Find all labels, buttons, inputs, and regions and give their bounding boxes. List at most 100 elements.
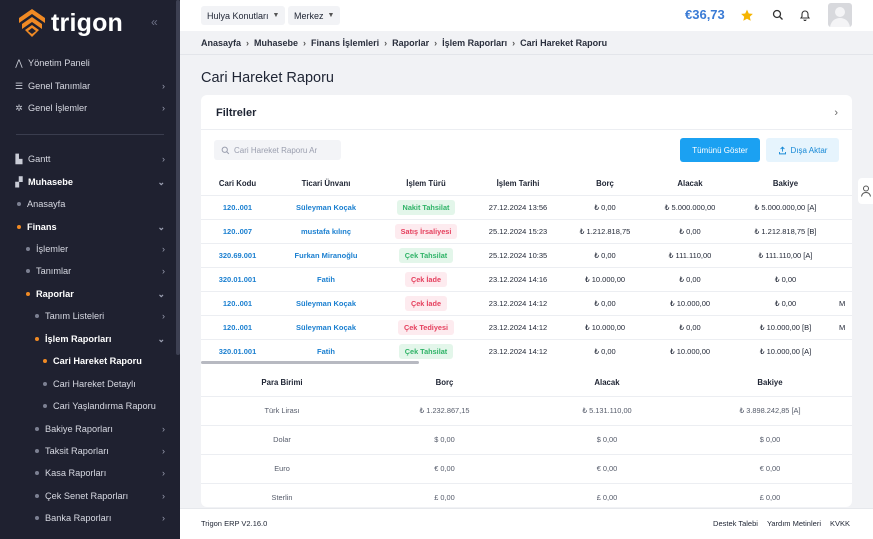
cari-code-link[interactable]: 320.69.001: [201, 242, 274, 267]
credit-cell: ₺ 5.000.000,00: [648, 194, 732, 219]
breadcrumb-item[interactable]: İşlem Raporları: [442, 38, 507, 48]
company-name-link[interactable]: Süleyman Koçak: [274, 314, 378, 339]
sidebar-item-genel-tanimlar[interactable]: ☰ Genel Tanımlar ›: [0, 76, 180, 96]
chevron-right-icon: ›: [162, 244, 165, 254]
caret-down-icon: ▼: [272, 12, 280, 19]
bullet-icon: [35, 516, 39, 520]
sidebar-item-tanimlar[interactable]: Tanımlar ›: [0, 261, 180, 281]
company-name-link[interactable]: Süleyman Koçak: [274, 290, 378, 315]
chevron-right-icon: ›: [162, 468, 165, 478]
breadcrumb-item[interactable]: Raporlar: [392, 38, 429, 48]
transaction-type-badge: Çek İade: [404, 295, 447, 311]
breadcrumb-item-current: Cari Hareket Raporu: [520, 38, 608, 48]
debt-cell: ₺ 0,00: [562, 242, 648, 267]
sidebar-item-dashboard[interactable]: ⋀ Yönetim Paneli: [0, 53, 180, 73]
sidebar-item-gantt[interactable]: ▙ Gantt ›: [0, 149, 180, 169]
breadcrumb-item[interactable]: Finans İşlemleri: [311, 38, 379, 48]
sidebar-item-taksit-raporlari[interactable]: Taksit Raporları ›: [0, 441, 180, 461]
column-header[interactable]: Alacak: [648, 173, 732, 195]
column-header[interactable]: Borç: [562, 173, 648, 195]
table-row[interactable]: 120..001 Süleyman Koçak Nakit Tahsilat 27.1…: [201, 194, 852, 219]
debt-cell: ₺ 10.000,00: [562, 314, 648, 339]
footer-link-support[interactable]: Destek Talebi: [713, 519, 758, 528]
chevron-right-icon: ›: [162, 424, 165, 434]
company-name-link[interactable]: Furkan Miranoğlu: [274, 242, 378, 267]
breadcrumb-item[interactable]: Anasayfa: [201, 38, 241, 48]
table-row[interactable]: 120..001 Süleyman Koçak Çek Tediyesi 23.12.…: [201, 314, 852, 339]
sidebar-item-kasa-raporlari[interactable]: Kasa Raporları ›: [0, 463, 180, 483]
sidebar-item-raporlar[interactable]: Raporlar ⌄: [0, 284, 180, 304]
bell-icon[interactable]: [798, 8, 812, 22]
sidebar-item-cek-senet-raporlari[interactable]: Çek Senet Raporları ›: [0, 486, 180, 506]
company-name-link[interactable]: Fatih: [274, 266, 378, 291]
cari-code-link[interactable]: 120..001: [201, 194, 274, 219]
overflow-cell: [839, 338, 852, 363]
table-row[interactable]: 120..001 Süleyman Koçak Çek İade 23.12.2024…: [201, 290, 852, 315]
sidebar-item-muhasebe[interactable]: ▞ Muhasebe ⌄: [0, 172, 180, 192]
company-select[interactable]: Hulya Konutları ▼: [201, 6, 286, 25]
dashboard-icon: ⋀: [15, 57, 23, 68]
cari-code-link[interactable]: 320.01.001: [201, 266, 274, 291]
search-box[interactable]: [214, 140, 341, 160]
column-header[interactable]: Bakiye: [732, 173, 839, 195]
export-button[interactable]: Dışa Aktar: [766, 138, 839, 162]
summary-row: Dolar $ 0,00 $ 0,00 $ 0,00: [201, 424, 852, 454]
company-name-link[interactable]: Süleyman Koçak: [274, 194, 378, 219]
search-input[interactable]: [234, 145, 334, 155]
sidebar-item-islem-raporlari[interactable]: İşlem Raporları ⌄: [0, 329, 180, 349]
breadcrumb-item[interactable]: Muhasebe: [254, 38, 298, 48]
column-header[interactable]: Ticari Ünvanı: [274, 173, 378, 195]
debt-cell: ₺ 1.232.867,15: [363, 395, 526, 425]
table-row[interactable]: 120..007 mustafa kılınç Satış İrsaliyesi 25…: [201, 218, 852, 243]
balance-cell: ₺ 0,00: [732, 290, 839, 315]
transaction-date-cell: 23.12.2024 14:12: [474, 338, 562, 363]
balance-cell: ₺ 1.212.818,75 [B]: [732, 218, 839, 243]
sidebar-item-anasayfa[interactable]: Anasayfa: [0, 194, 180, 214]
table-row[interactable]: 320.01.001 Fatih Çek Tahsilat 23.12.2024 14…: [201, 338, 852, 363]
column-header[interactable]: İşlem Tarihi: [474, 173, 562, 195]
credit-cell: ₺ 10.000,00: [648, 290, 732, 315]
column-header[interactable]: İşlem Türü: [378, 173, 474, 195]
company-name-link[interactable]: mustafa kılınç: [274, 218, 378, 243]
sidebar-item-label: Taksit Raporları: [45, 446, 109, 456]
sidebar-item-tanim-listeleri[interactable]: Tanım Listeleri ›: [0, 306, 180, 326]
app-version: Trigon ERP V2.16.0: [201, 519, 268, 528]
footer: Trigon ERP V2.16.0 Destek Talebi Yardım …: [180, 508, 873, 539]
cari-code-link[interactable]: 120..007: [201, 218, 274, 243]
chevron-right-icon: ›: [162, 513, 165, 523]
table-row[interactable]: 320.01.001 Fatih Çek İade 23.12.2024 14:16 ₺…: [201, 266, 852, 291]
chevron-right-icon: ›: [434, 38, 438, 48]
overflow-cell: M: [839, 290, 852, 315]
cari-code-link[interactable]: 120..001: [201, 290, 274, 315]
sidebar-item-islemler[interactable]: İşlemler ›: [0, 239, 180, 259]
table-header-row: Cari Kodu Ticari Ünvanı İşlem Türü İşlem…: [201, 173, 852, 195]
horizontal-scrollbar[interactable]: [201, 361, 419, 364]
sidebar-item-label: İşlemler: [36, 244, 69, 254]
search-icon[interactable]: [771, 8, 785, 22]
show-all-button[interactable]: Tümünü Göster: [680, 138, 760, 162]
user-panel-toggle[interactable]: [858, 178, 873, 204]
cari-code-link[interactable]: 320.01.001: [201, 338, 274, 363]
gears-icon: ✲: [15, 102, 23, 113]
sidebar-item-genel-islemler[interactable]: ✲ Genel İşlemler ›: [0, 98, 180, 118]
footer-link-help[interactable]: Yardım Metinleri: [767, 519, 821, 528]
collapse-sidebar-icon[interactable]: «: [151, 15, 158, 29]
branch-select[interactable]: Merkez ▼: [288, 6, 341, 25]
avatar[interactable]: [828, 3, 852, 27]
table-row[interactable]: 320.69.001 Furkan Miranoğlu Çek Tahsilat 25…: [201, 242, 852, 267]
sidebar-item-banka-raporlari[interactable]: Banka Raporları ›: [0, 508, 180, 528]
debt-cell: ₺ 10.000,00: [562, 266, 648, 291]
chevron-right-icon[interactable]: ›: [834, 107, 838, 119]
column-header[interactable]: Cari Kodu: [201, 173, 274, 195]
branch-select-value: Merkez: [294, 10, 324, 21]
sidebar-item-cari-hareket-raporu[interactable]: Cari Hareket Raporu: [0, 351, 180, 371]
sidebar-item-bakiye-raporlari[interactable]: Bakiye Raporları ›: [0, 419, 180, 439]
sidebar-item-cari-hareket-detayli[interactable]: Cari Hareket Detaylı: [0, 374, 180, 394]
footer-link-kvkk[interactable]: KVKK: [830, 519, 850, 528]
company-name-link[interactable]: Fatih: [274, 338, 378, 363]
sidebar-item-finans[interactable]: Finans ⌄: [0, 217, 180, 237]
brand-logo[interactable]: trigon: [18, 6, 123, 40]
sidebar-item-cari-yaslandirma[interactable]: Cari Yaşlandırma Raporu: [0, 396, 180, 416]
cari-code-link[interactable]: 120..001: [201, 314, 274, 339]
star-icon[interactable]: [740, 8, 754, 22]
